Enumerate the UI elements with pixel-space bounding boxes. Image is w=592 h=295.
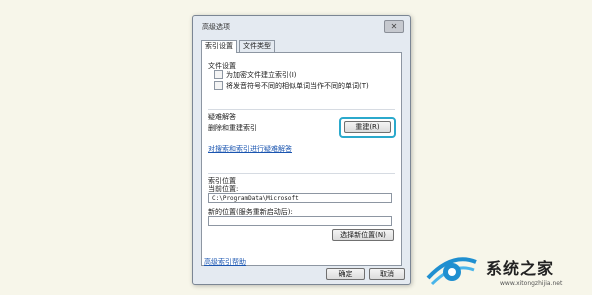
diacritics-checkbox[interactable] xyxy=(214,81,223,90)
close-button[interactable]: ✕ xyxy=(384,20,404,33)
cancel-button[interactable]: 取消 xyxy=(369,268,405,280)
diacritics-checkbox-row[interactable]: 将发音符号不同的相似单词当作不同的单词(T) xyxy=(214,81,369,91)
select-new-location-button[interactable]: 选择新位置(N) xyxy=(332,229,394,241)
encrypt-files-label: 为加密文件建立索引(I) xyxy=(226,71,297,79)
troubleshoot-group: 疑难解答 删除和重建索引 重建(R) 对搜索和索引进行疑难解答 xyxy=(208,109,396,170)
diacritics-label: 将发音符号不同的相似单词当作不同的单词(T) xyxy=(226,82,369,90)
watermark-url: www.xitongzhijia.net xyxy=(500,280,563,287)
advanced-options-dialog: 高级选项 ✕ 索引设置 文件类型 文件设置 为加密文件建立索引(I) 将发音符号… xyxy=(192,15,411,285)
watermark-logo-icon xyxy=(426,257,477,286)
watermark-text: 系统之家 xyxy=(486,259,555,278)
index-location-group: 索引位置 当前位置: C:\ProgramData\Microsoft 新的位置… xyxy=(208,173,395,241)
tab-file-types[interactable]: 文件类型 xyxy=(239,40,275,52)
file-settings-group: 文件设置 为加密文件建立索引(I) 将发音符号不同的相似单词当作不同的单词(T) xyxy=(208,59,395,91)
encrypt-files-checkbox[interactable] xyxy=(214,70,223,79)
rebuild-description: 删除和重建索引 xyxy=(208,124,257,132)
rebuild-button[interactable]: 重建(R) xyxy=(344,121,391,133)
tab-index-settings[interactable]: 索引设置 xyxy=(201,40,237,53)
current-location-field: C:\ProgramData\Microsoft xyxy=(208,193,392,203)
troubleshoot-label: 疑难解答 xyxy=(208,113,236,121)
encrypt-files-checkbox-row[interactable]: 为加密文件建立索引(I) xyxy=(214,70,297,80)
dialog-title: 高级选项 xyxy=(202,23,230,31)
title-bar: 高级选项 ✕ xyxy=(193,16,410,36)
advanced-index-help-link[interactable]: 高级索引帮助 xyxy=(204,257,246,267)
new-location-field xyxy=(208,216,392,226)
index-settings-panel: 文件设置 为加密文件建立索引(I) 将发音符号不同的相似单词当作不同的单词(T)… xyxy=(201,52,402,266)
troubleshoot-link[interactable]: 对搜索和索引进行疑难解答 xyxy=(208,144,292,154)
ok-button[interactable]: 确定 xyxy=(326,268,365,280)
